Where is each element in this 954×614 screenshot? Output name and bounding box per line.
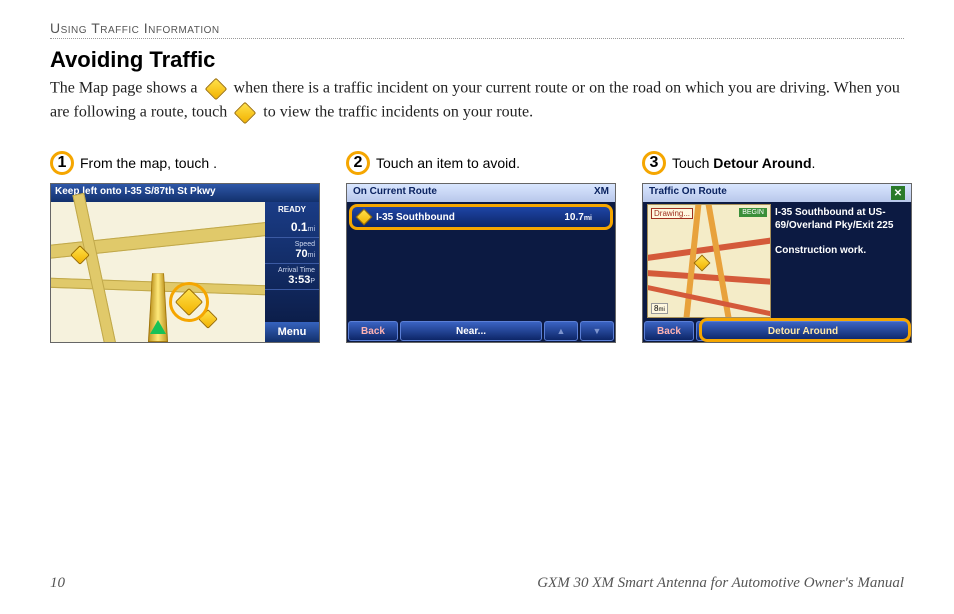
step-number-1: 1 <box>50 151 74 175</box>
step-3: 3 Touch Detour Around. Traffic On Route … <box>642 149 912 343</box>
traffic-diamond-icon <box>694 255 711 272</box>
screenshot-detour: Traffic On Route ✕ Drawing... BEGIN 8mi <box>642 183 912 343</box>
traffic-detail-title: Traffic On Route <box>649 186 727 200</box>
speed-value: 70 <box>295 248 307 260</box>
drawing-label: Drawing... <box>651 208 693 219</box>
vehicle-icon <box>150 320 166 334</box>
xm-indicator: XM <box>594 186 609 200</box>
map-thumbnail: Drawing... BEGIN 8mi <box>647 204 771 318</box>
incident-description: Construction work. <box>775 244 907 257</box>
near-button[interactable]: Near... <box>400 321 542 341</box>
scroll-down-button[interactable] <box>580 321 614 341</box>
page-heading: Avoiding Traffic <box>50 47 904 73</box>
step-3-caption: Touch Detour Around. <box>672 155 815 171</box>
gps-ready-label: READY <box>265 202 319 217</box>
traffic-diamond-icon <box>233 101 257 125</box>
close-icon[interactable]: ✕ <box>891 186 905 200</box>
arrival-value: 3:53 <box>288 274 310 286</box>
page-number: 10 <box>50 575 65 592</box>
step-2-caption: Touch an item to avoid. <box>376 155 520 171</box>
step-number-2: 2 <box>346 151 370 175</box>
back-button[interactable]: Back <box>348 321 398 341</box>
traffic-list-item[interactable]: I-35 Southbound 10.7mi <box>351 206 611 228</box>
step-1: 1 From the map, touch . Keep left onto I… <box>50 149 320 343</box>
step-number-3: 3 <box>642 151 666 175</box>
traffic-diamond-icon <box>204 77 228 101</box>
map-direction-bar: Keep left onto I-35 S/87th St Pkwy <box>51 184 319 202</box>
list-title: On Current Route <box>353 186 437 200</box>
traffic-diamond-icon <box>175 288 203 316</box>
speed-label: Speed <box>269 241 315 248</box>
intro-paragraph: The Map page shows a when there is a tra… <box>50 77 904 125</box>
scroll-up-button[interactable] <box>544 321 578 341</box>
begin-label: BEGIN <box>739 208 767 217</box>
back-button[interactable]: Back <box>644 321 694 341</box>
manual-title: GXM 30 XM Smart Antenna for Automotive O… <box>537 575 904 592</box>
step-2: 2 Touch an item to avoid. On Current Rou… <box>346 149 616 343</box>
distance-value: 0.1 <box>291 220 308 234</box>
traffic-diamond-icon <box>356 209 373 226</box>
detour-around-button[interactable]: Detour Around <box>696 321 910 341</box>
section-header: Using Traffic Information <box>50 20 904 39</box>
screenshot-map: Keep left onto I-35 S/87th St Pkwy REA <box>50 183 320 343</box>
step-1-caption: From the map, touch . <box>80 155 217 171</box>
screenshot-route-list: On Current Route XM I-35 Southbound 10.7… <box>346 183 616 343</box>
arrival-label: Arrival Time <box>269 267 315 274</box>
incident-location: I-35 Southbound at US-69/Overland Pky/Ex… <box>775 206 907 232</box>
menu-button[interactable]: Menu <box>265 322 319 342</box>
